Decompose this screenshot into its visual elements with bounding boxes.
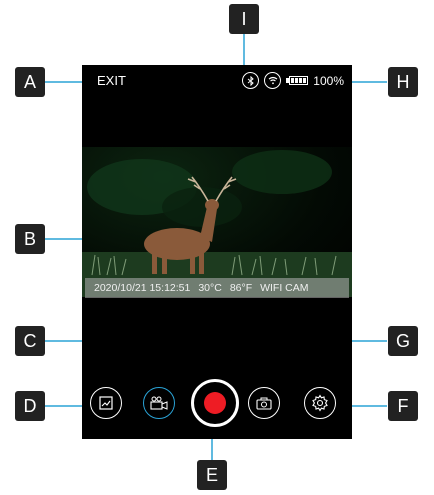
callout-c: C (15, 326, 45, 356)
caption-temp-f: 86°F (229, 282, 253, 294)
caption-datetime: 2020/10/21 15:12:51 (94, 282, 191, 294)
deer-image (82, 150, 352, 297)
callout-h: H (388, 67, 418, 97)
exit-button[interactable]: EXIT (97, 73, 126, 88)
callout-g: G (388, 326, 418, 356)
callout-b: B (15, 224, 45, 254)
callout-a: A (15, 67, 45, 97)
status-bar: 100% (242, 72, 344, 89)
settings-icon (312, 394, 328, 412)
callout-i: I (229, 4, 259, 34)
wifi-icon (264, 72, 282, 89)
gallery-icon (99, 396, 113, 410)
photo-mode-button[interactable] (248, 387, 280, 419)
callout-f: F (388, 391, 418, 421)
battery-percent: 100% (313, 73, 344, 88)
phone-screen: EXIT 100% 2020/10/21 15:12:51 30°C 86°F … (82, 65, 352, 439)
bluetooth-icon (242, 72, 260, 89)
record-dot-icon (204, 392, 226, 414)
callout-e: E (197, 460, 227, 490)
caption-camera-name: WIFI CAM (260, 282, 309, 294)
battery-icon (286, 76, 309, 85)
caption-bar: 2020/10/21 15:12:51 30°C 86°F WIFI CAM (85, 278, 349, 298)
callout-d: D (15, 391, 45, 421)
video-camera-icon (150, 396, 168, 410)
caption-temp-c: 30°C (198, 282, 222, 294)
record-button[interactable] (191, 379, 239, 427)
settings-button[interactable] (304, 387, 336, 419)
gallery-button[interactable] (90, 387, 122, 419)
photo-camera-icon (256, 397, 272, 410)
video-mode-button[interactable] (143, 387, 175, 419)
live-view[interactable] (82, 147, 352, 297)
